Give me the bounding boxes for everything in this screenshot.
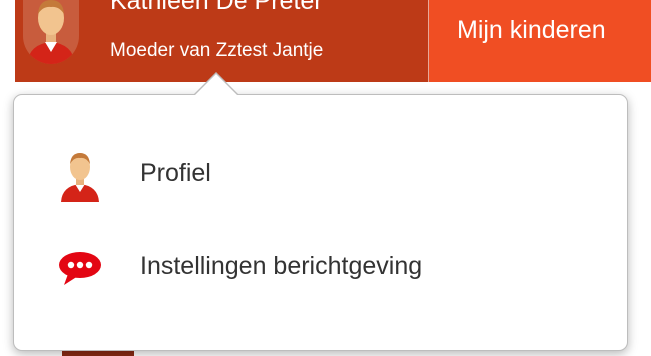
menu-item-profile[interactable]: Profiel [28, 147, 608, 207]
tab-label: Mijn kinderen [457, 16, 606, 44]
speech-bubble-icon [58, 252, 102, 291]
user-dropdown-menu: Profiel Instellingen berichtgeving [13, 94, 628, 351]
menu-item-label: Profiel [140, 159, 211, 187]
menu-item-label: Instellingen berichtgeving [140, 252, 423, 280]
user-menu-toggle[interactable]: Kathleen De Preter Moeder van Zztest Jan… [15, 0, 428, 82]
avatar [23, 0, 79, 64]
menu-item-notification-settings[interactable]: Instellingen berichtgeving [28, 240, 608, 300]
user-profile-icon [58, 152, 102, 207]
top-header: Kathleen De Preter Moeder van Zztest Jan… [15, 0, 651, 82]
user-name: Kathleen De Preter [110, 0, 323, 15]
tab-mijn-kinderen[interactable]: Mijn kinderen [429, 0, 651, 82]
dropdown-caret [194, 74, 238, 96]
user-avatar-icon [23, 0, 79, 64]
header-spacer [15, 82, 651, 94]
user-role: Moeder van Zztest Jantje [110, 40, 324, 61]
